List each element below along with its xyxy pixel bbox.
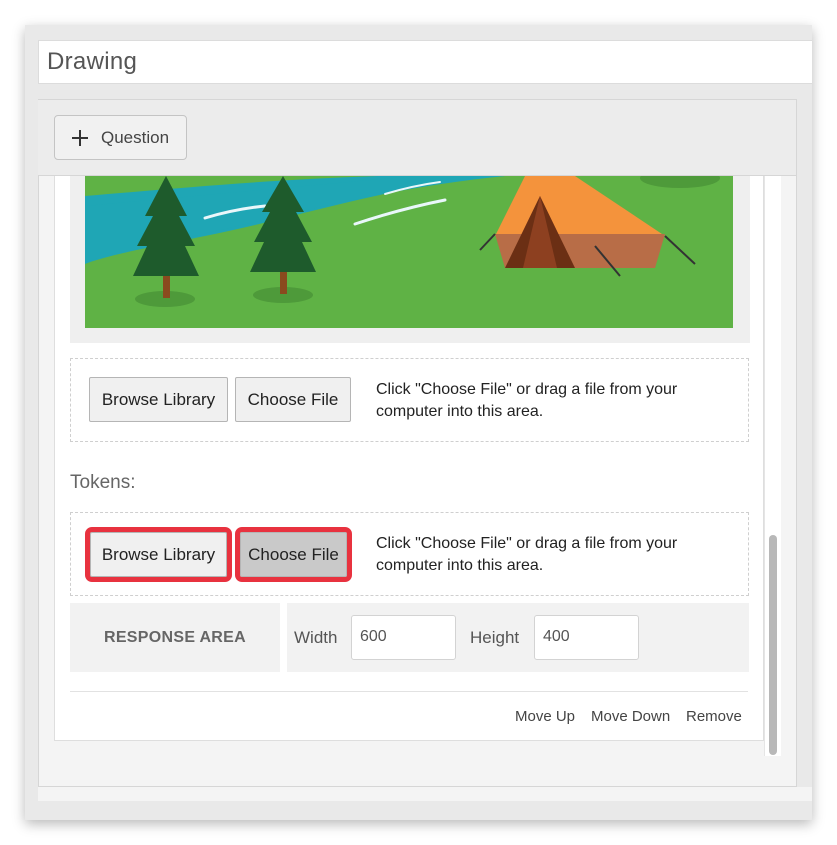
browse-library-button[interactable]: Browse Library bbox=[89, 377, 228, 422]
plus-icon bbox=[72, 129, 88, 146]
tokens-browse-library-button[interactable]: Browse Library bbox=[85, 527, 232, 582]
choose-file-button[interactable]: Choose File bbox=[235, 377, 351, 422]
camping-scene-illustration bbox=[85, 176, 733, 328]
tokens-choose-file-button[interactable]: Choose File bbox=[235, 527, 352, 582]
response-area-label: RESPONSE AREA bbox=[70, 603, 280, 672]
add-question-label: Question bbox=[101, 127, 170, 147]
footer-divider bbox=[70, 691, 748, 692]
add-question-button[interactable]: Question bbox=[54, 115, 187, 160]
width-input[interactable]: 600 bbox=[351, 615, 456, 660]
panel-bottom-strip bbox=[38, 787, 812, 801]
move-down-link[interactable]: Move Down bbox=[591, 708, 670, 725]
remove-link[interactable]: Remove bbox=[686, 708, 742, 725]
width-label: Width bbox=[294, 628, 338, 647]
height-input[interactable]: 400 bbox=[534, 615, 639, 660]
height-label: Height bbox=[470, 628, 520, 647]
tokens-upload-hint-text: Click "Choose File" or drag a file from … bbox=[376, 535, 678, 574]
move-up-link[interactable]: Move Up bbox=[515, 708, 575, 725]
upload-hint-text: Click "Choose File" or drag a file from … bbox=[376, 381, 678, 420]
scrollbar-thumb[interactable] bbox=[769, 535, 777, 755]
background-image bbox=[85, 176, 733, 328]
tokens-label: Tokens: bbox=[70, 472, 136, 493]
question-title-input[interactable]: Drawing bbox=[38, 40, 812, 84]
